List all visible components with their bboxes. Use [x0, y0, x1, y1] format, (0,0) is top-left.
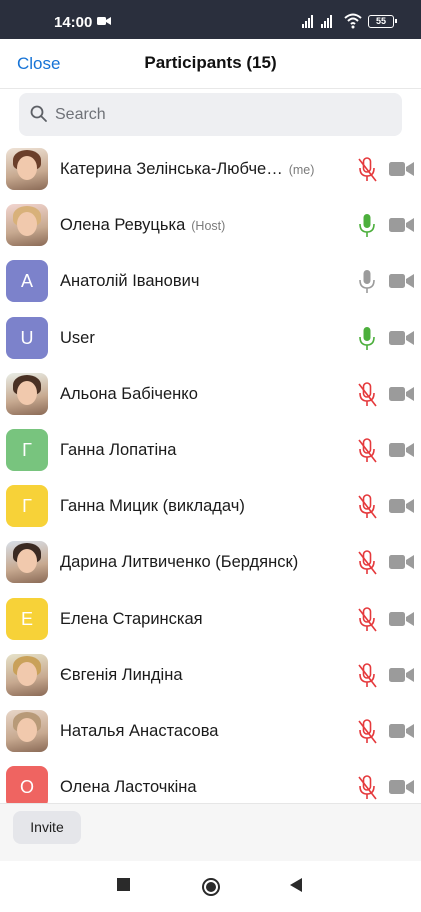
camera-recording-icon [97, 17, 111, 25]
home-icon[interactable] [201, 877, 221, 897]
mic-muted-icon[interactable] [357, 381, 377, 413]
participant-name-wrap: Олена Ласточкіна [60, 778, 350, 797]
participant-row[interactable]: Катерина Зелінська-Любче… (me) [0, 141, 421, 197]
participant-name: Елена Старинская [60, 609, 203, 628]
participant-name-wrap: Ганна Лопатіна [60, 441, 350, 460]
avatar-photo [6, 541, 48, 584]
video-camera-icon[interactable] [389, 385, 415, 408]
participant-name: Ганна Лопатіна [60, 441, 177, 459]
participant-role-tag: (me) [288, 163, 315, 177]
participant-name-wrap: Альона Бабіченко [60, 385, 350, 404]
participant-name-wrap: Наталья Анастасова [60, 722, 350, 741]
participant-name-wrap: Олена Ревуцька (Host) [60, 216, 350, 235]
avatar-initial: Г [6, 485, 48, 528]
participant-name: Ганна Мицик (викладач) [60, 497, 245, 516]
participant-name: Альона Бабіченко [60, 384, 198, 403]
avatar-photo [6, 710, 48, 752]
avatar-photo [6, 372, 48, 415]
video-camera-icon[interactable] [389, 610, 415, 633]
mic-muted-icon[interactable] [357, 157, 377, 188]
participants-header: Close Participants (15) [0, 39, 421, 89]
status-bar: 14:00 55 [0, 0, 421, 39]
video-camera-icon[interactable] [389, 329, 415, 352]
participant-row[interactable]: Євгенія Линдіна [0, 647, 421, 703]
footer-bar: Invite [0, 803, 421, 861]
mic-muted-icon[interactable] [357, 662, 377, 694]
participant-row[interactable]: Наталья Анастасова [0, 703, 421, 759]
participant-name-wrap: User [60, 329, 350, 348]
participant-row[interactable]: E Елена Старинская [0, 591, 421, 647]
participant-list[interactable]: Катерина Зелінська-Любче… (me) Олена Ревуц… [0, 141, 421, 803]
mic-muted-icon[interactable] [357, 719, 377, 750]
video-camera-icon[interactable] [389, 778, 415, 801]
microphone-icon[interactable] [357, 326, 377, 357]
video-camera-icon[interactable] [389, 216, 415, 239]
avatar-initial: A [6, 260, 48, 303]
participant-name: User [60, 328, 95, 347]
participant-name-wrap: Євгенія Линдіна [60, 666, 350, 685]
avatar-initial: Г [6, 429, 48, 471]
participant-row[interactable]: Олена Ревуцька (Host) [0, 197, 421, 253]
participant-name: Анатолій Іванович [60, 272, 200, 291]
participant-name: Наталья Анастасова [60, 722, 219, 740]
participant-name: Євгенія Линдіна [60, 665, 183, 684]
signal-icon [302, 15, 332, 28]
participant-row[interactable]: U User [0, 310, 421, 366]
mic-muted-icon[interactable] [357, 775, 377, 803]
participant-row[interactable]: Г Ганна Мицик (викладач) [0, 478, 421, 534]
participant-name-wrap: Ганна Мицик (викладач) [60, 497, 350, 516]
avatar-initial: О [6, 766, 48, 803]
avatar-initial: E [6, 597, 48, 640]
video-camera-icon[interactable] [389, 497, 415, 520]
battery-indicator: 55 [368, 15, 397, 28]
mic-muted-icon[interactable] [357, 438, 377, 469]
microphone-icon[interactable] [357, 213, 377, 244]
video-camera-icon[interactable] [389, 722, 415, 745]
participant-name: Катерина Зелінська-Любче… [60, 160, 283, 178]
mic-muted-icon[interactable] [357, 606, 377, 638]
participant-row[interactable]: О Олена Ласточкіна [0, 759, 421, 803]
participant-name: Дарина Литвиченко (Бердянск) [60, 553, 299, 572]
search-icon [30, 105, 47, 122]
recents-icon[interactable] [117, 878, 131, 892]
back-icon[interactable] [289, 878, 303, 892]
avatar-photo [6, 148, 48, 190]
search-input[interactable] [55, 93, 385, 136]
microphone-icon[interactable] [357, 269, 377, 300]
video-camera-icon[interactable] [389, 441, 415, 464]
video-camera-icon[interactable] [389, 272, 415, 295]
participant-name-wrap: Анатолій Іванович [60, 272, 350, 291]
video-camera-icon[interactable] [389, 160, 415, 183]
participant-row[interactable]: Дарина Литвиченко (Бердянск) [0, 534, 421, 590]
mic-muted-icon[interactable] [357, 494, 377, 525]
search-bar[interactable] [19, 93, 402, 136]
participant-role-tag: (Host) [191, 219, 226, 234]
participant-row[interactable]: Альона Бабіченко [0, 366, 421, 422]
system-nav-bar [0, 861, 421, 912]
participant-name: Олена Ласточкіна [60, 778, 197, 797]
participant-name: Олена Ревуцька [60, 216, 186, 235]
wifi-icon [344, 13, 362, 29]
participant-row[interactable]: A Анатолій Іванович [0, 253, 421, 309]
participant-name-wrap: Катерина Зелінська-Любче… (me) [60, 160, 350, 179]
page-title: Participants (15) [144, 53, 277, 72]
avatar-photo [6, 653, 48, 696]
participant-name-wrap: Елена Старинская [60, 610, 350, 629]
video-camera-icon[interactable] [389, 666, 415, 689]
participant-name-wrap: Дарина Литвиченко (Бердянск) [60, 553, 350, 572]
invite-button[interactable]: Invite [13, 811, 81, 844]
participant-row[interactable]: Г Ганна Лопатіна [0, 422, 421, 478]
status-time: 14:00 [54, 14, 93, 31]
avatar-photo [6, 204, 48, 247]
avatar-initial: U [6, 316, 48, 359]
mic-muted-icon[interactable] [357, 550, 377, 581]
video-camera-icon[interactable] [389, 553, 415, 576]
